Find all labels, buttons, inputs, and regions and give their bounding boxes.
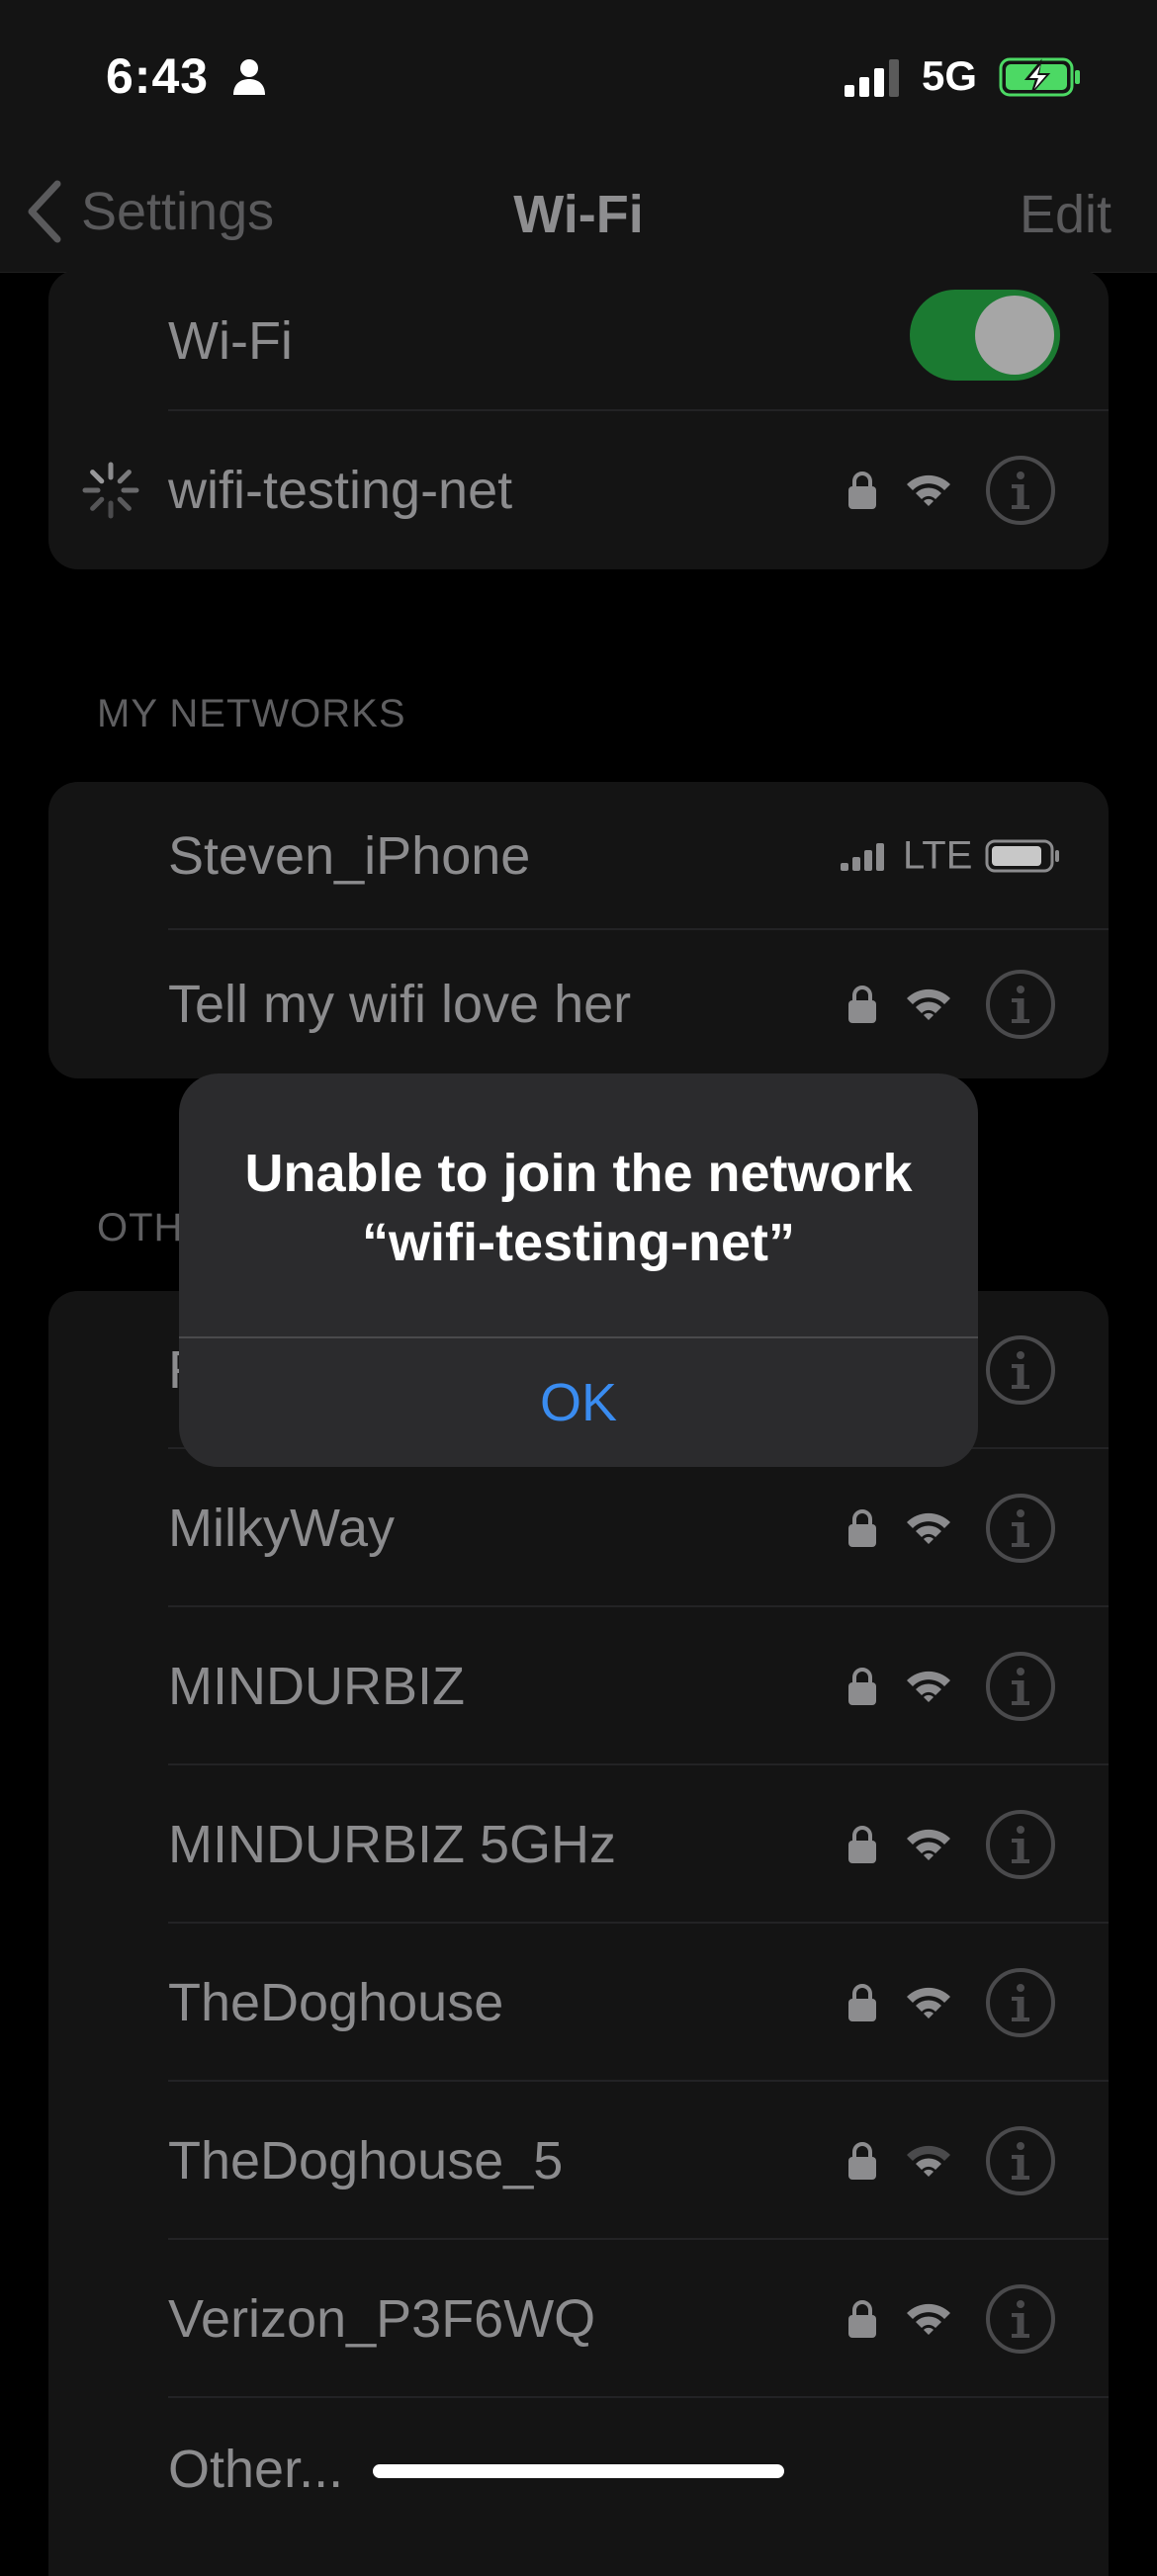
alert-title-line1: Unable to join the network [244,1144,913,1203]
alert-title: Unable to join the network “wifi-testing… [219,1139,938,1277]
home-indicator[interactable] [373,2464,784,2478]
wifi-settings-screen: 6:43 5G Settings Wi-Fi Edit Wi-Fi wifi-t… [0,0,1157,2576]
ok-button[interactable]: OK [179,1338,978,1467]
alert-title-line2: “wifi-testing-net” [362,1213,795,1272]
error-alert: Unable to join the network “wifi-testing… [179,1073,978,1467]
